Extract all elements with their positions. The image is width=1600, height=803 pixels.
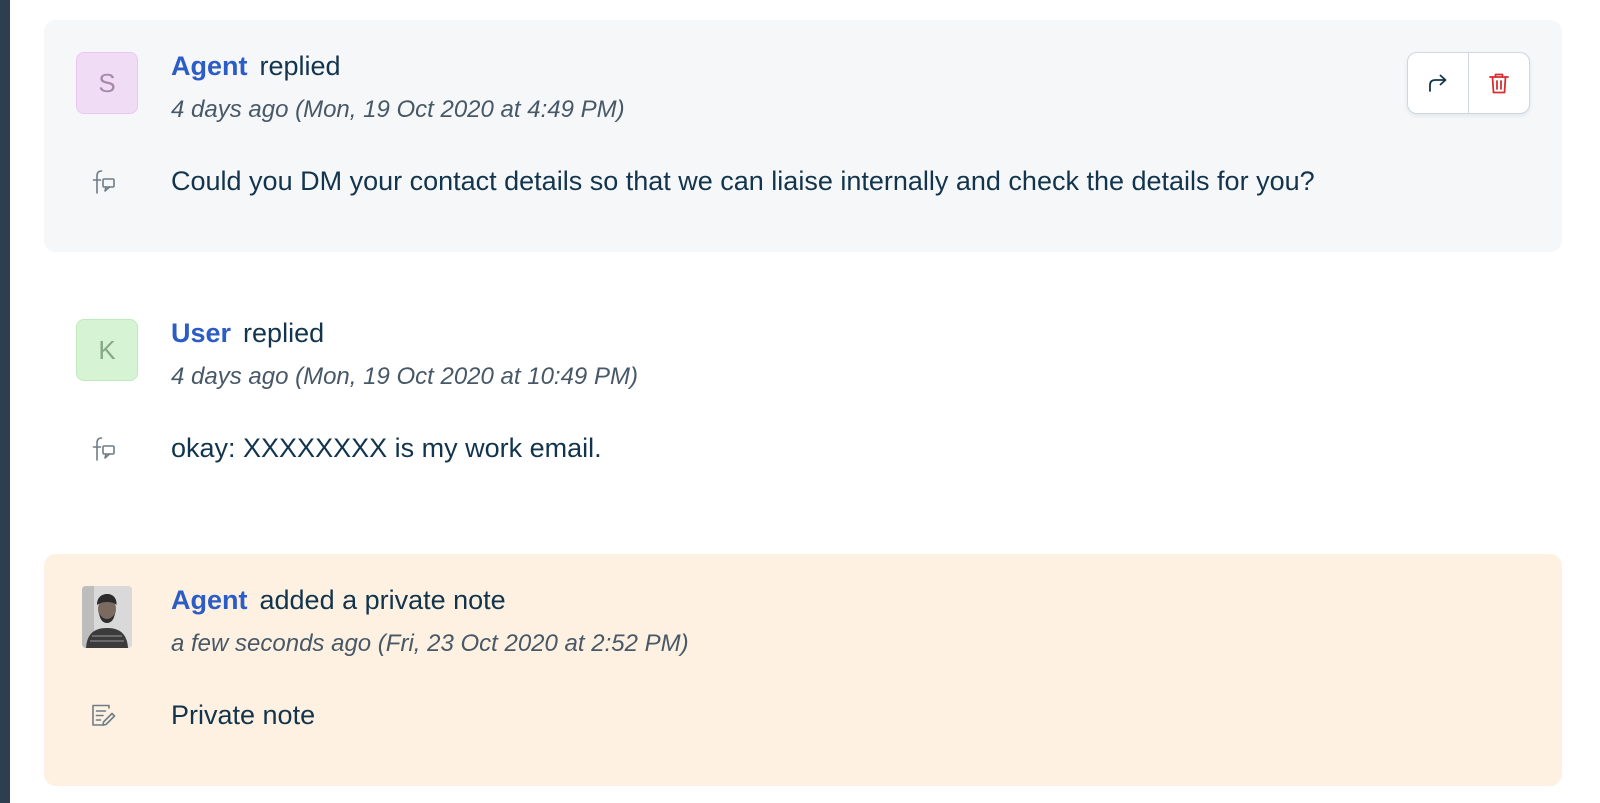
entry-header: Agent replied [171, 50, 341, 82]
author-link[interactable]: User [171, 318, 231, 348]
avatar: K [76, 319, 138, 381]
avatar-initial: S [98, 67, 116, 98]
entry-actions [1407, 52, 1530, 114]
entry-header: Agent added a private note [171, 584, 506, 616]
entry-action-text: added a private note [259, 585, 506, 615]
delete-button[interactable] [1468, 53, 1529, 113]
conversation-entry-user-reply: K User replied 4 days ago (Mon, 19 Oct 20… [44, 287, 1562, 519]
entry-action-text: replied [259, 51, 341, 81]
entry-timestamp: 4 days ago (Mon, 19 Oct 2020 at 10:49 PM… [171, 363, 638, 390]
avatar-initial: K [98, 334, 116, 365]
entry-header: User replied [171, 317, 324, 349]
facebook-message-icon [92, 437, 115, 461]
conversation-timeline: S Agent replied 4 days ago (Mon, 19 Oct 2… [44, 20, 1562, 786]
avatar [82, 586, 132, 648]
user-photo-icon [82, 586, 132, 648]
author-link[interactable]: Agent [171, 51, 248, 81]
entry-body: okay: XXXXXXXX is my work email. [171, 433, 602, 463]
trash-icon [1489, 73, 1509, 94]
entry-action-text: replied [243, 318, 325, 348]
entry-body: Private note [171, 700, 316, 730]
facebook-message-icon [92, 170, 115, 194]
conversation-entry-private-note: Agent added a private note a few seconds … [44, 554, 1562, 786]
conversation-entry-agent-reply: S Agent replied 4 days ago (Mon, 19 Oct 2… [44, 20, 1562, 252]
author-link[interactable]: Agent [171, 585, 248, 615]
forward-button[interactable] [1408, 53, 1468, 113]
entry-timestamp: 4 days ago (Mon, 19 Oct 2020 at 4:49 PM) [171, 96, 625, 123]
note-edit-icon [92, 704, 116, 726]
left-rail [0, 0, 10, 803]
avatar: S [76, 52, 138, 114]
forward-icon [1429, 74, 1447, 92]
entry-body: Could you DM your contact details so tha… [171, 166, 1315, 196]
entry-timestamp: a few seconds ago (Fri, 23 Oct 2020 at 2… [171, 630, 689, 657]
